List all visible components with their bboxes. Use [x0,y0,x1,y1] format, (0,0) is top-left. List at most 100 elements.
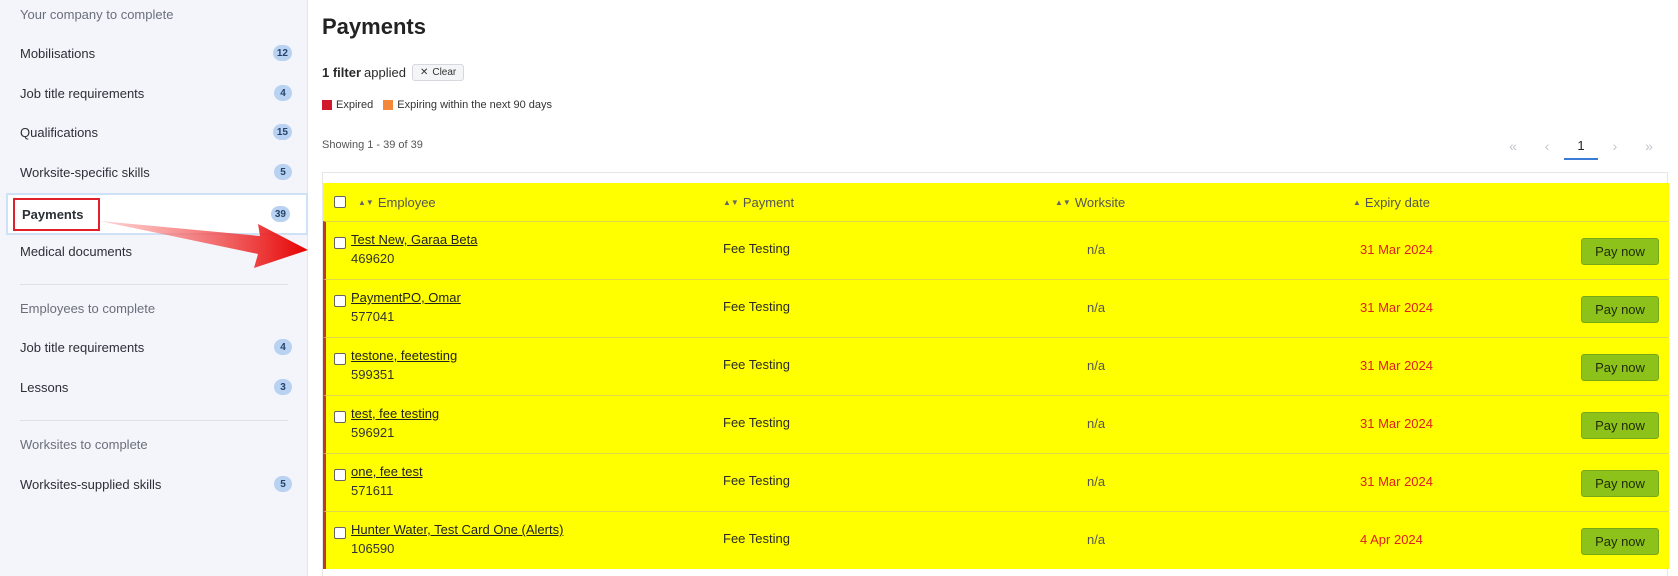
count-badge: 15 [272,124,292,140]
sidebar-item-worksite-specific-skills[interactable]: Worksite-specific skills 5 [6,153,308,191]
select-all-checkbox[interactable] [334,196,346,208]
employee-name-link[interactable]: PaymentPO, Omar [351,290,461,305]
count-badge: 39 [270,206,290,222]
expiry-date: 31 Mar 2024 [1360,416,1433,431]
table-body: Test New, Garaa Beta 469620 Fee Testing … [323,221,1669,569]
row-checkbox[interactable] [334,527,346,539]
sidebar-item-medical-documents[interactable]: Medical documents [6,232,308,270]
pay-now-button[interactable]: Pay now [1581,238,1659,265]
results-count: Showing 1 - 39 of 39 [322,139,423,151]
table-row: Test New, Garaa Beta 469620 Fee Testing … [323,221,1669,279]
payment-name: Fee Testing [723,357,790,372]
sidebar-item-label: Worksite-specific skills [20,164,150,180]
worksite-value: n/a [1087,358,1106,373]
expiry-date: 31 Mar 2024 [1360,358,1433,373]
employee-name-link[interactable]: one, fee test [351,464,423,479]
payment-name: Fee Testing [723,473,790,488]
row-checkbox[interactable] [334,353,346,365]
sort-icon: ▲▼ [723,197,739,207]
column-header-worksite[interactable]: ▲▼ Worksite [1055,183,1125,221]
count-badge: 3 [274,379,292,395]
column-header-employee[interactable]: ▲▼ Employee [358,183,436,221]
count-badge: 5 [274,476,292,492]
sidebar-item-label: Job title requirements [20,85,145,101]
worksite-value: n/a [1087,300,1106,315]
last-page-button[interactable]: » [1632,132,1666,160]
employee-id: 599351 [351,367,395,382]
employee-id: 596921 [351,425,395,440]
expiry-date: 31 Mar 2024 [1360,300,1433,315]
pay-now-button[interactable]: Pay now [1581,528,1659,555]
column-header-payment[interactable]: ▲▼ Payment [723,183,794,221]
next-page-button[interactable]: › [1598,132,1632,160]
sidebar-divider [20,420,288,421]
sidebar-item-label: Lessons [20,379,69,395]
sidebar-item-lessons[interactable]: Lessons 3 [6,368,308,406]
legend-item-expiring: Expiring within the next 90 days [383,99,552,111]
employee-name-link[interactable]: testone, feetesting [351,348,457,363]
clear-label: Clear [432,67,457,78]
sidebar-item-label: Medical documents [20,243,132,259]
table-row: one, fee test 571611 Fee Testing n/a 31 … [323,453,1669,511]
employee-id: 469620 [351,251,395,266]
sidebar-item-label: Mobilisations [20,45,96,61]
row-checkbox[interactable] [334,295,346,307]
app: Your company to complete Mobilisations 1… [0,0,1678,576]
first-page-button[interactable]: « [1496,132,1530,160]
legend-label: Expiring within the next 90 days [397,99,552,111]
employee-id: 106590 [351,541,395,556]
table-row: testone, feetesting 599351 Fee Testing n… [323,337,1669,395]
column-label: Expiry date [1364,194,1430,210]
table-row: test, fee testing 596921 Fee Testing n/a… [323,395,1669,453]
sort-icon: ▲▼ [1055,197,1071,207]
filter-summary: 1 filter applied ✕ Clear [322,64,465,81]
current-page-button[interactable]: 1 [1564,132,1598,160]
sort-asc-icon: ▲ [1353,197,1361,207]
page-title: Payments [322,14,426,39]
sidebar-item-qualifications[interactable]: Qualifications 15 [6,113,308,151]
employee-name-link[interactable]: Test New, Garaa Beta [351,232,477,247]
table-row: PaymentPO, Omar 577041 Fee Testing n/a 3… [323,279,1669,337]
pagination: « ‹ 1 › » [1496,132,1666,160]
filter-applied-label: applied [364,65,406,80]
sidebar-item-employee-job-title-requirements[interactable]: Job title requirements 4 [6,328,308,366]
payment-name: Fee Testing [723,531,790,546]
clear-filter-button[interactable]: ✕ Clear [411,64,465,81]
pay-now-button[interactable]: Pay now [1581,412,1659,439]
employee-id: 571611 [351,483,394,498]
row-checkbox[interactable] [334,411,346,423]
worksites-section-heading: Worksites to complete [20,437,148,452]
company-section-heading: Your company to complete [20,7,174,22]
annotation-highlight-box [13,198,100,231]
expiry-date: 31 Mar 2024 [1360,242,1433,257]
sidebar-item-label: Qualifications [20,124,99,140]
prev-page-button[interactable]: ‹ [1530,132,1564,160]
column-header-expiry-date[interactable]: ▲ Expiry date [1353,183,1430,221]
employee-name-link[interactable]: test, fee testing [351,406,439,421]
pay-now-button[interactable]: Pay now [1581,470,1659,497]
row-checkbox[interactable] [334,237,346,249]
count-badge: 12 [272,45,292,61]
employees-section-heading: Employees to complete [20,301,156,316]
legend-item-expired: Expired [322,99,373,111]
sidebar-item-job-title-requirements[interactable]: Job title requirements 4 [6,74,308,112]
expiry-date: 4 Apr 2024 [1360,532,1423,547]
pay-now-button[interactable]: Pay now [1581,354,1659,381]
sidebar-item-worksites-supplied-skills[interactable]: Worksites-supplied skills 5 [6,465,308,503]
filter-count: 1 filter [322,65,362,80]
payment-name: Fee Testing [723,415,790,430]
employee-name-link[interactable]: Hunter Water, Test Card One (Alerts) [351,522,563,537]
payment-name: Fee Testing [723,241,790,256]
table-header: ▲▼ Employee ▲▼ Payment ▲▼ Worksite ▲ Exp… [323,183,1669,221]
worksite-value: n/a [1087,416,1106,431]
sidebar-item-payments[interactable]: Payments 39 [6,193,308,235]
expiry-date: 31 Mar 2024 [1360,474,1433,489]
sidebar-item-mobilisations[interactable]: Mobilisations 12 [6,34,308,72]
pay-now-button[interactable]: Pay now [1581,296,1659,323]
table-row: Hunter Water, Test Card One (Alerts) 106… [323,511,1669,569]
main-content: Payments 1 filter applied ✕ Clear Expire… [322,0,1678,576]
legend-label: Expired [336,99,374,111]
legend-swatch-expiring [383,100,394,110]
row-checkbox[interactable] [334,469,346,481]
sort-icon: ▲▼ [358,197,374,207]
